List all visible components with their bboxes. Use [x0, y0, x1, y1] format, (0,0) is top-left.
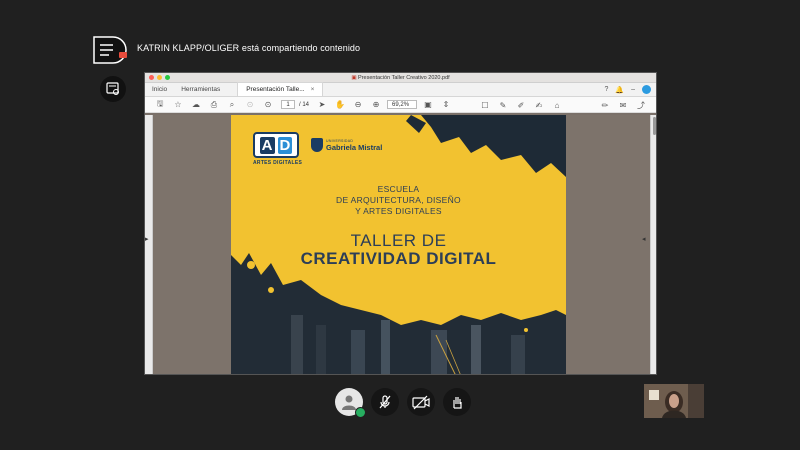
document-viewer[interactable]: ▸ A D ARTES DIGITALES UNIVERSIDAD Gabrie… [145, 115, 656, 374]
school-line: Y ARTES DIGITALES [355, 206, 442, 216]
meeting-controls [335, 388, 471, 418]
self-video-image [644, 384, 704, 418]
raise-hand-button[interactable] [443, 388, 471, 416]
school-line: ESCUELA [377, 184, 420, 194]
slide-title-line1: TALLER DE [350, 231, 447, 250]
school-line: DE ARQUITECTURA, DISEÑO [336, 195, 461, 205]
tab-herramientas[interactable]: Herramientas [174, 86, 227, 96]
bell-icon[interactable]: 🔔 [615, 86, 624, 94]
window-titlebar: ▣ Presentación Taller Creativo 2020.pdf [145, 73, 656, 83]
slide-title-line2: CREATIVIDAD DIGITAL [300, 249, 497, 268]
highlight-icon[interactable]: ✎ [494, 98, 512, 112]
hand-icon [453, 397, 462, 409]
page-input[interactable]: 1 [281, 100, 295, 109]
bookmark-icon[interactable]: ☆ [169, 98, 187, 112]
sign-icon[interactable]: ✍ [530, 98, 548, 112]
window-title: ▣ Presentación Taller Creativo 2020.pdf [351, 74, 450, 81]
university-name: Gabriela Mistral [326, 142, 383, 152]
next-page-icon[interactable]: ⊙ [259, 98, 277, 112]
mail-icon[interactable]: ✉ [614, 98, 632, 112]
user-avatar[interactable] [642, 85, 651, 94]
left-panel-arrow-icon[interactable]: ▸ [145, 235, 151, 249]
participant-button[interactable] [335, 388, 366, 418]
save-icon[interactable]: 🖫 [151, 98, 169, 112]
hand-tool-icon[interactable]: ✋ [331, 98, 349, 112]
share-content-icon [93, 36, 127, 64]
prev-page-icon[interactable]: ⊙ [241, 98, 259, 112]
sharing-banner-text: KATRIN KLAPP/OLIGER está compartiendo co… [137, 43, 361, 53]
participant-icon [342, 395, 356, 410]
mic-button[interactable] [371, 388, 399, 416]
scrollbar-thumb[interactable] [653, 117, 656, 135]
tab-document-label: Presentación Talle... [246, 86, 305, 93]
search-icon[interactable]: ⌕ [223, 98, 241, 112]
pdf-toolbar: 🖫 ☆ ☁ ⎙ ⌕ ⊙ ⊙ 1 / 14 ➤ ✋ ⊖ ⊕ 69,2% ▣ ⇕ ☐… [145, 97, 656, 113]
university-shield-icon [311, 138, 323, 152]
school-name: ESCUELA DE ARQUITECTURA, DISEÑO Y ARTES … [231, 184, 566, 217]
stamp-icon[interactable]: ⌂ [548, 98, 566, 112]
logo-letter-d: D [277, 136, 293, 154]
camera-off-icon [412, 395, 430, 410]
zoom-in-icon[interactable]: ⊕ [367, 98, 385, 112]
right-panel-arrow-icon[interactable]: ◂ [642, 235, 648, 249]
tab-close-icon[interactable]: × [311, 86, 315, 93]
select-cursor-icon[interactable]: ➤ [313, 98, 331, 112]
draw-icon[interactable]: ✐ [512, 98, 530, 112]
help-icon[interactable]: ? [604, 86, 608, 93]
edit-pen-icon[interactable]: ✏ [596, 98, 614, 112]
tab-inicio[interactable]: Inicio [145, 86, 174, 96]
share-icon[interactable]: ⤴ [632, 98, 650, 112]
artes-digitales-logo: A D ARTES DIGITALES [253, 132, 302, 166]
university-logo: UNIVERSIDAD Gabriela Mistral [311, 138, 382, 152]
zoom-out-icon[interactable]: ⊖ [349, 98, 367, 112]
fit-page-icon[interactable]: ▣ [419, 98, 437, 112]
comment-icon[interactable]: ☐ [476, 98, 494, 112]
tab-document[interactable]: Presentación Talle... × [237, 82, 324, 96]
tab-bar: Inicio Herramientas Presentación Talle..… [145, 82, 656, 97]
vertical-scrollbar[interactable] [650, 115, 656, 374]
camera-button[interactable] [407, 388, 435, 416]
shared-window: ▣ Presentación Taller Creativo 2020.pdf … [144, 72, 657, 375]
minimize-icon[interactable]: – [631, 86, 635, 93]
print-icon[interactable]: ⎙ [205, 98, 223, 112]
self-video-thumbnail[interactable] [644, 384, 704, 418]
scroll-mode-icon[interactable]: ⇕ [437, 98, 455, 112]
slide-page: A D ARTES DIGITALES UNIVERSIDAD Gabriela… [231, 115, 566, 374]
logo-subtitle: ARTES DIGITALES [253, 160, 303, 166]
connected-badge [355, 407, 366, 418]
device-icon[interactable] [100, 76, 126, 102]
upload-icon[interactable]: ☁ [187, 98, 205, 112]
zoom-select[interactable]: 69,2% [387, 100, 418, 109]
page-indicator: 1 / 14 [281, 100, 309, 109]
logo-letter-a: A [259, 136, 275, 154]
mic-off-icon [379, 395, 391, 409]
page-total: / 14 [299, 101, 310, 108]
